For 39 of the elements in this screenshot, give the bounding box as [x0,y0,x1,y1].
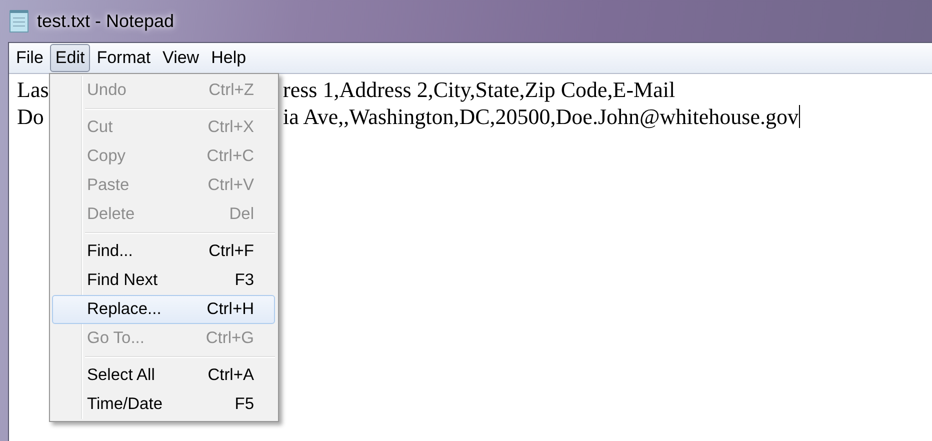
option-label: Select All [87,366,155,385]
text-line: ia Ave,,Washington,DC,20500,Doe.John@whitehouse.gov [283,103,798,130]
option-label: Replace... [87,300,162,319]
text-line: ress 1,Address 2,City,State,Zip Code,E-Mail [283,76,676,103]
option-label: Delete [87,205,135,224]
shortcut-label: Ctrl+G [206,329,254,348]
option-label: Time/Date [87,395,162,414]
menu-option[interactable]: Replace... Ctrl+H [52,295,275,324]
shortcut-label: Ctrl+V [208,176,254,195]
text-line: Do [17,103,44,130]
shortcut-label: Ctrl+C [206,147,254,166]
shortcut-label: Ctrl+X [208,118,254,137]
shortcut-label: Ctrl+Z [208,81,254,100]
menu-option[interactable]: Time/Date F5 [52,390,275,419]
menu-option[interactable]: Select All Ctrl+A [52,361,275,390]
option-label: Go To... [87,329,144,348]
menu-item[interactable]: View [158,44,204,72]
option-label: Undo [87,81,126,100]
shortcut-label: Ctrl+H [206,300,254,319]
menu-item[interactable]: Edit [50,44,90,72]
option-label: Find... [87,242,133,261]
option-label: Copy [87,147,126,166]
menu-item[interactable]: File [11,44,48,72]
option-label: Paste [87,176,130,195]
option-label: Cut [87,118,113,137]
shortcut-label: F5 [234,395,254,414]
menu-item[interactable]: Help [206,44,252,72]
menu-item[interactable]: Format [92,44,156,72]
text-line: Las [17,76,49,103]
window-title: test.txt - Notepad [37,10,174,32]
option-label: Find Next [87,271,158,290]
shortcut-label: Ctrl+A [208,366,254,385]
text-cursor [799,105,800,128]
shortcut-label: F3 [234,271,254,290]
shortcut-label: Del [229,205,254,224]
menu-option[interactable]: Find Next F3 [52,266,275,295]
shortcut-label: Ctrl+F [208,242,254,261]
menu-option[interactable]: Find... Ctrl+F [52,237,275,266]
notepad-icon [9,9,29,33]
